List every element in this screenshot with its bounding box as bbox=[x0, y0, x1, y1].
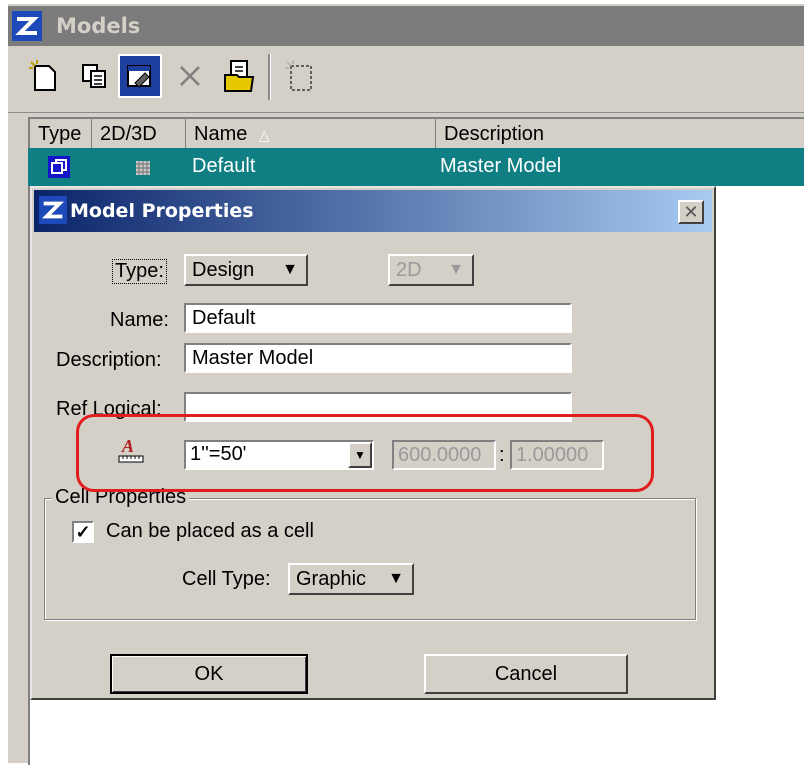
checkmark-icon: ✓ bbox=[75, 521, 91, 542]
cell-type-dropdown[interactable]: Graphic ▼ bbox=[288, 563, 414, 595]
can-place-cell-checkbox[interactable]: ✓ bbox=[72, 521, 94, 543]
design-model-icon bbox=[48, 156, 70, 178]
column-header-type-label: Type bbox=[38, 123, 82, 145]
cell-type-label: Cell Type: bbox=[182, 568, 271, 590]
models-toolbar bbox=[8, 48, 804, 113]
ok-button[interactable]: OK bbox=[110, 654, 308, 694]
column-header-name-label: Name bbox=[194, 123, 248, 145]
models-title: Models bbox=[56, 14, 141, 38]
close-icon: ✕ bbox=[683, 201, 699, 223]
import-model-icon bbox=[224, 60, 255, 92]
model-properties-button[interactable] bbox=[118, 54, 162, 98]
create-cell-icon bbox=[285, 60, 312, 91]
model-properties-icon bbox=[127, 65, 151, 88]
can-place-cell-label: Can be placed as a cell bbox=[106, 520, 314, 542]
import-model-button[interactable] bbox=[218, 54, 262, 98]
sort-ascending-icon: △ bbox=[258, 127, 270, 143]
delete-model-icon bbox=[180, 66, 200, 86]
dimension-dropdown: 2D ▼ bbox=[388, 254, 474, 286]
name-label: Name: bbox=[110, 309, 169, 331]
models-title-bar[interactable]: Models bbox=[8, 6, 804, 46]
dialog-title: Model Properties bbox=[70, 200, 254, 222]
dialog-title-bar[interactable]: Model Properties ✕ bbox=[34, 190, 712, 232]
new-model-icon bbox=[29, 60, 56, 91]
column-header-name[interactable]: Name △ bbox=[186, 119, 436, 149]
close-button[interactable]: ✕ bbox=[678, 200, 704, 224]
chevron-down-icon: ▼ bbox=[448, 261, 464, 278]
description-field[interactable]: Master Model bbox=[184, 343, 572, 373]
cell-type-value: Graphic bbox=[296, 568, 367, 590]
dimension-value: 2D bbox=[396, 259, 422, 281]
column-header-description-label: Description bbox=[444, 123, 545, 145]
cell-properties-group bbox=[44, 498, 696, 620]
copy-model-button[interactable] bbox=[72, 54, 116, 98]
type-label: Type: bbox=[112, 259, 167, 284]
new-model-button[interactable] bbox=[22, 54, 66, 98]
column-header-2d3d[interactable]: 2D/3D bbox=[92, 119, 186, 149]
delete-model-button[interactable] bbox=[168, 54, 212, 98]
description-label: Description: bbox=[56, 349, 162, 371]
table-row[interactable]: Default Master Model bbox=[28, 148, 804, 186]
chevron-down-icon: ▼ bbox=[388, 570, 404, 587]
name-field[interactable]: Default bbox=[184, 303, 572, 333]
cancel-button[interactable]: Cancel bbox=[424, 654, 628, 694]
column-header-description[interactable]: Description bbox=[436, 119, 804, 149]
microstation-logo-icon bbox=[12, 11, 42, 41]
row-name: Default bbox=[192, 155, 256, 177]
cancel-label: Cancel bbox=[494, 663, 558, 685]
highlight-annotation bbox=[76, 414, 654, 492]
column-header-2d3d-label: 2D/3D bbox=[100, 123, 157, 145]
microstation-logo-icon bbox=[39, 196, 67, 224]
type-dropdown[interactable]: Design ▼ bbox=[184, 254, 308, 286]
row-description: Master Model bbox=[440, 155, 562, 177]
ok-label: OK bbox=[194, 663, 224, 685]
column-header-type[interactable]: Type bbox=[30, 119, 92, 149]
type-value: Design bbox=[192, 259, 255, 281]
create-cell-button[interactable] bbox=[278, 54, 322, 98]
copy-model-icon bbox=[82, 64, 106, 88]
chevron-down-icon: ▼ bbox=[282, 261, 298, 278]
toolbar-separator bbox=[268, 54, 271, 100]
2d-model-icon bbox=[136, 161, 150, 175]
